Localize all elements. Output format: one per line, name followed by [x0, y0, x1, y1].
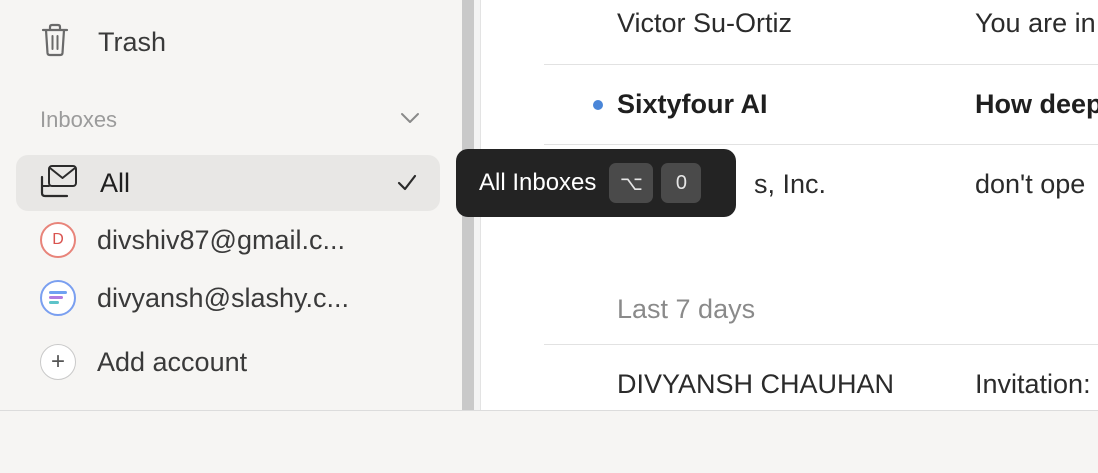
shortcut-key-zero: 0 — [661, 163, 702, 203]
message-subject: How deep — [975, 89, 1098, 119]
sidebar-item-label: All — [100, 167, 131, 198]
tooltip-label: All Inboxes — [479, 169, 597, 196]
sidebar-item-label: Trash — [98, 26, 167, 57]
chevron-down-icon[interactable] — [400, 111, 420, 129]
message-subject: Invitation: — [975, 369, 1091, 399]
sidebar-item-trash[interactable]: Trash — [40, 22, 166, 62]
divider — [544, 144, 1098, 145]
message-sender: DIVYANSH CHAUHAN — [617, 369, 895, 399]
sidebar-item-label: divshiv87@gmail.c... — [97, 224, 345, 255]
plus-icon: + — [40, 344, 76, 380]
shortcut-key-option: ⌥ — [609, 163, 654, 203]
inboxes-section-header[interactable]: Inboxes — [40, 104, 420, 136]
avatar: D — [40, 222, 76, 258]
tooltip: All Inboxes ⌥ 0 — [456, 149, 736, 217]
unread-dot-icon — [593, 100, 603, 110]
sidebar-item-all-inboxes[interactable]: All — [16, 155, 440, 211]
section-label: Inboxes — [40, 107, 118, 132]
message-sender: s, Inc. — [754, 169, 827, 199]
message-sender: Sixtyfour AI — [617, 89, 768, 119]
message-subject: don't ope — [975, 169, 1086, 199]
sidebar-item-account-gmail[interactable]: D divshiv87@gmail.c... — [40, 220, 345, 260]
section-header-last-7-days: Last 7 days — [617, 294, 756, 324]
message-sender: Victor Su-Ortiz — [617, 8, 793, 38]
message-subject: You are in — [975, 8, 1096, 38]
add-account-label: Add account — [97, 346, 248, 377]
inbox-stack-icon — [40, 164, 78, 203]
divider — [544, 344, 1098, 345]
trash-icon — [40, 23, 70, 62]
divider — [544, 64, 1098, 65]
sidebar-item-label: divyansh@slashy.c... — [97, 282, 350, 313]
slashy-logo-icon — [40, 280, 76, 316]
add-account-button[interactable]: + Add account — [40, 342, 247, 382]
bottom-bar — [0, 410, 1098, 473]
checkmark-icon — [396, 169, 418, 200]
sidebar: Trash Inboxes All D divshiv87@gmail.c...… — [0, 0, 462, 410]
sidebar-item-account-slashy[interactable]: divyansh@slashy.c... — [40, 278, 349, 318]
